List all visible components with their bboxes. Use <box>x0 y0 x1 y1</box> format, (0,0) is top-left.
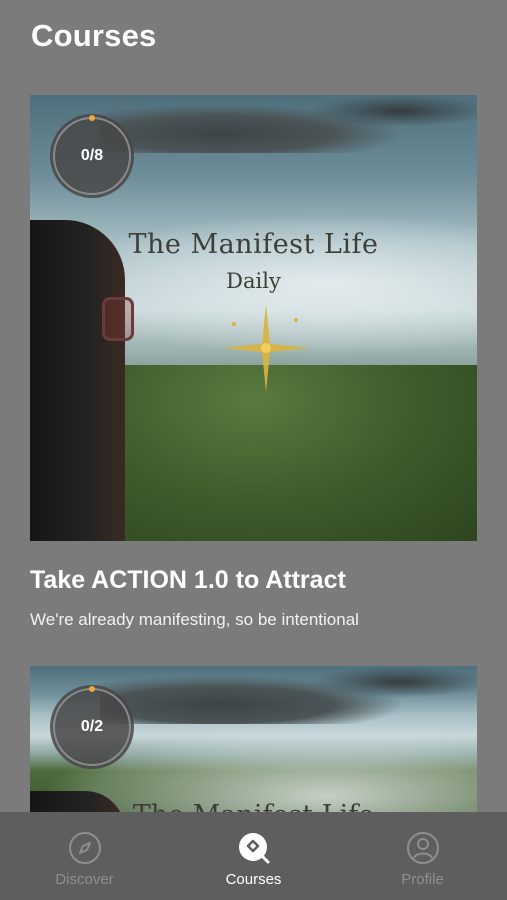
progress-ring: 0/8 <box>50 114 134 198</box>
thumbnail-title: The Manifest Life <box>30 800 477 812</box>
progress-ring: 0/2 <box>50 685 134 769</box>
tab-profile[interactable]: Profile <box>338 812 507 900</box>
rocks-decoration <box>310 666 477 698</box>
course-card[interactable]: The Manifest Life 0/2 <box>30 666 477 812</box>
tab-label: Profile <box>401 871 444 888</box>
profile-icon <box>406 832 439 864</box>
thumbnail-subtitle: Daily <box>226 269 281 293</box>
course-thumbnail[interactable]: The Manifest Life Daily 0/8 <box>30 95 477 541</box>
bottom-tab-bar: Discover Courses Profile <box>0 812 507 900</box>
course-description: We're already manifesting, so be intenti… <box>30 610 359 629</box>
courses-search-icon <box>238 833 269 864</box>
course-card[interactable]: The Manifest Life Daily 0/8 Take ACTION … <box>30 95 477 630</box>
progress-count: 0/8 <box>80 147 104 164</box>
course-title[interactable]: Take ACTION 1.0 to Attract <box>30 566 477 595</box>
course-thumbnail[interactable]: The Manifest Life 0/2 <box>30 666 477 812</box>
tab-courses[interactable]: Courses <box>169 812 338 900</box>
sparkle-icon <box>222 304 310 392</box>
progress-indicator-dot <box>89 115 95 121</box>
tab-discover[interactable]: Discover <box>0 812 169 900</box>
tab-label: Courses <box>225 871 282 888</box>
rocks-decoration <box>310 95 477 127</box>
tab-label: Discover <box>55 871 114 888</box>
page-title: Courses <box>31 18 157 53</box>
compass-icon <box>68 832 101 864</box>
progress-indicator-dot <box>89 686 95 692</box>
thumbnail-title: The Manifest Life <box>128 229 379 260</box>
progress-count: 0/2 <box>80 718 104 735</box>
courses-screen: Courses The Manifest Life Daily 0/8 Take… <box>0 0 507 900</box>
sunglasses-decoration <box>102 297 134 341</box>
